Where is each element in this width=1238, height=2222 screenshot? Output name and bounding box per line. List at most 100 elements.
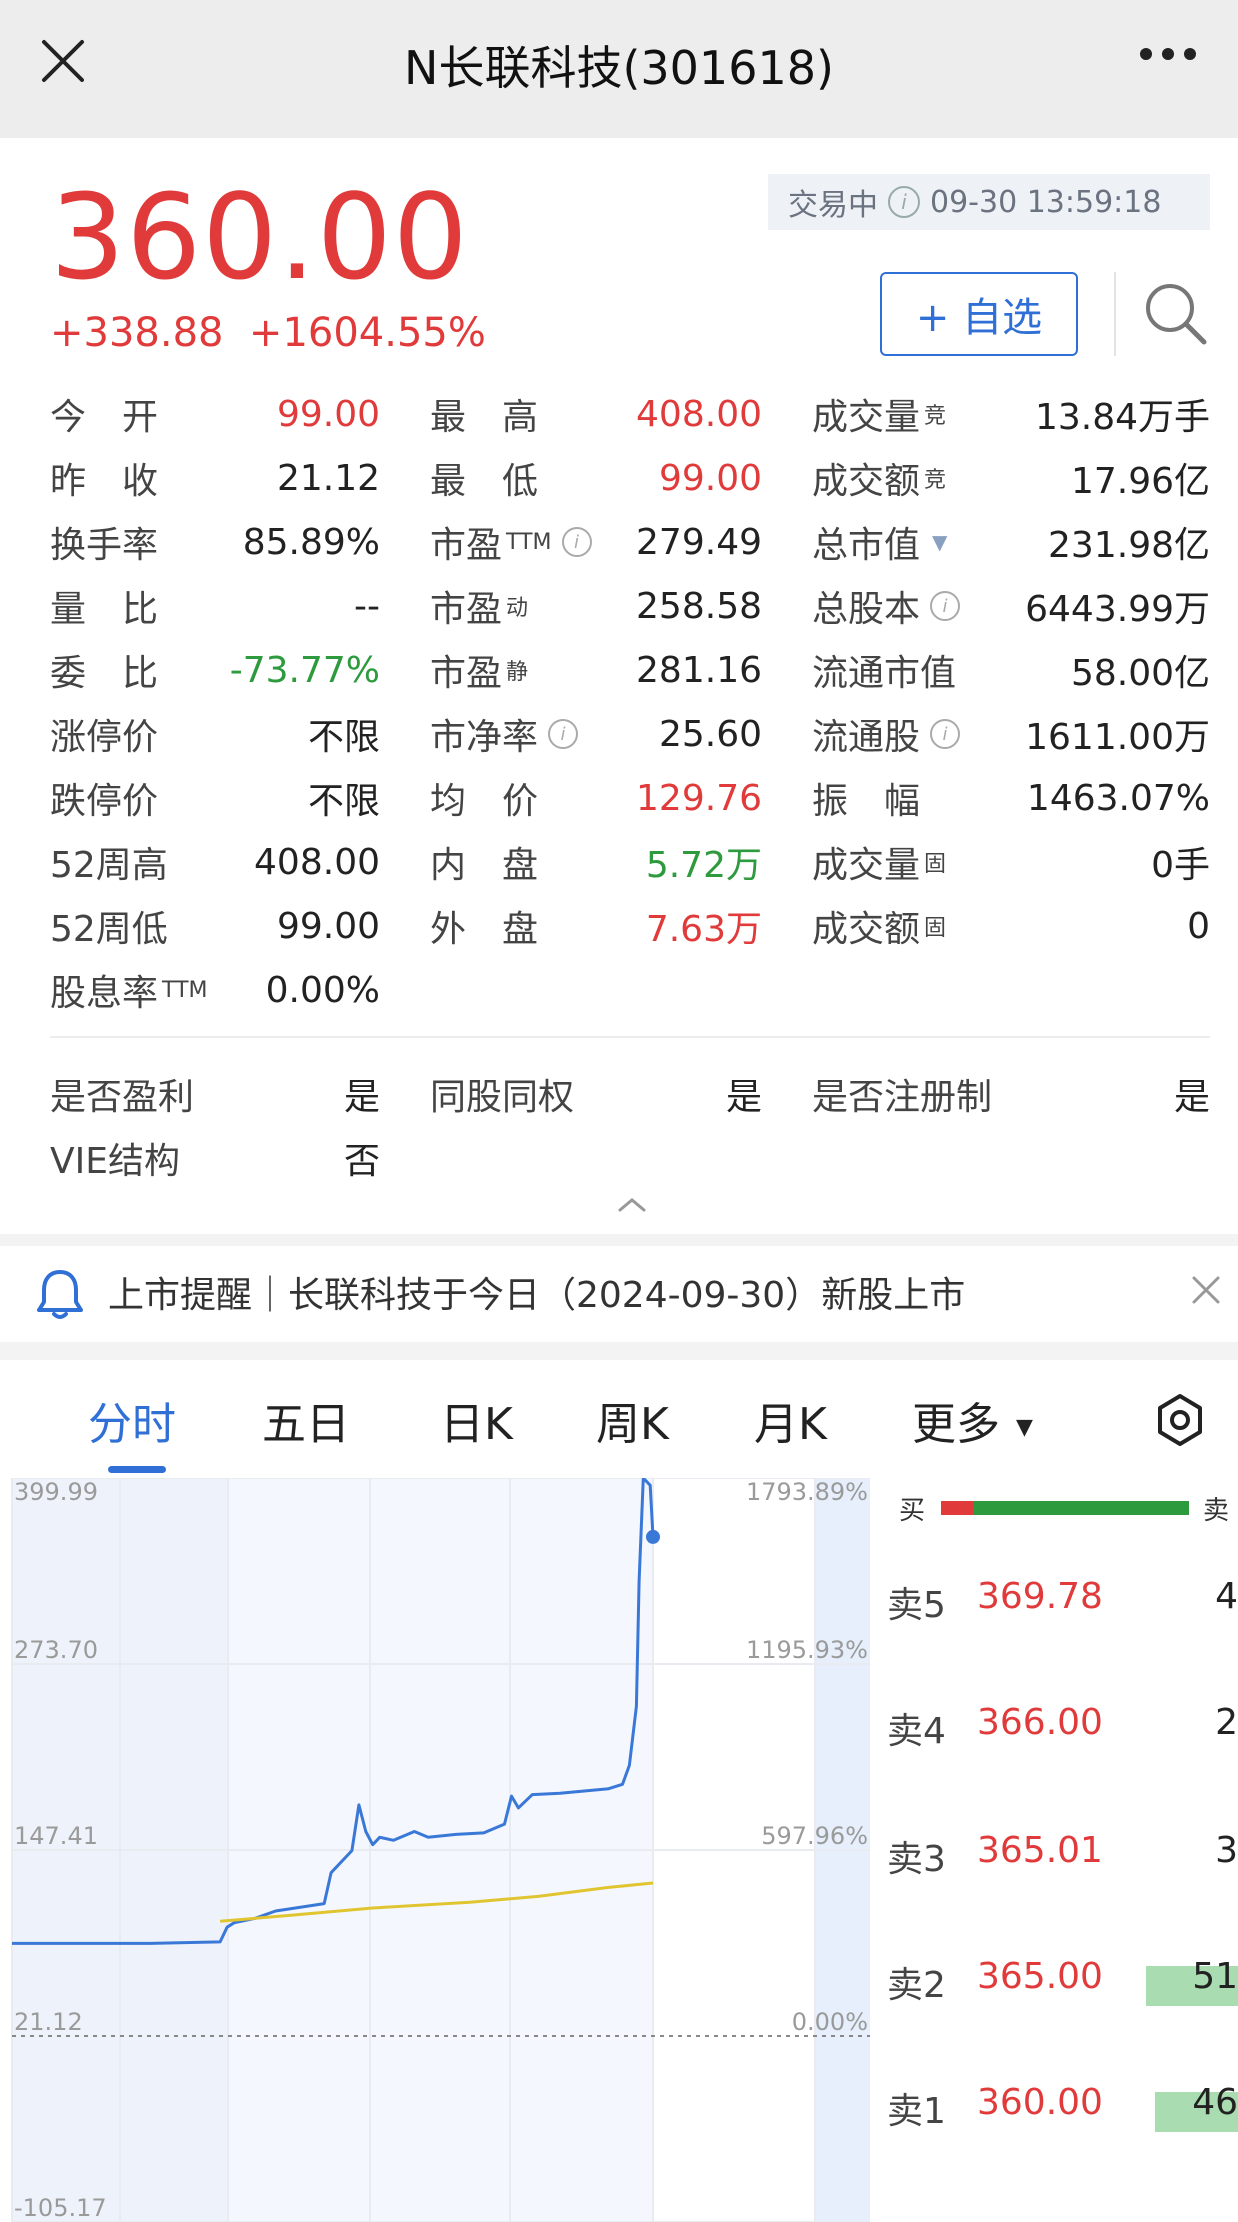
- bell-icon: [37, 1270, 83, 1319]
- stat-label-text: 成交额: [812, 461, 921, 502]
- info-icon[interactable]: i: [888, 186, 920, 218]
- stat-cell: 是否盈利 是: [50, 1068, 380, 1120]
- order-book-row[interactable]: 卖5 369.78 4: [875, 1576, 1238, 1636]
- change-value: +338.88: [50, 310, 224, 356]
- stat-label: 市盈 TTM i: [430, 516, 592, 568]
- tab-3[interactable]: 周K: [596, 1388, 669, 1452]
- stat-label-text: 最 低: [430, 461, 539, 502]
- stat-label: 今 开: [50, 388, 158, 440]
- info-icon[interactable]: i: [930, 591, 961, 621]
- stat-value: 17.96亿: [1070, 461, 1210, 502]
- stat-value: 408.00: [636, 393, 762, 435]
- last-price-dot: [646, 1529, 660, 1544]
- y-tick-left: 273.70: [14, 1636, 98, 1664]
- stat-cell: 成交量固 0手: [812, 836, 1210, 888]
- stat-label: 总股本 i: [812, 580, 961, 632]
- stat-cell: 总市值 ▼ 231.98亿: [812, 516, 1210, 568]
- order-level-label: 卖1: [887, 2091, 946, 2132]
- order-quantity: 46: [1192, 2082, 1238, 2123]
- chevron-up-icon[interactable]: [612, 1192, 652, 1216]
- stat-value: 13.84万手: [1034, 397, 1210, 438]
- stat-value: 408.00: [254, 841, 380, 883]
- y-tick-right: 0.00%: [792, 2008, 868, 2036]
- order-book-row[interactable]: 卖3 365.01 3: [875, 1830, 1238, 1890]
- dropdown-icon[interactable]: ▼: [932, 530, 947, 554]
- order-book-row[interactable]: 卖2 365.00 51: [875, 1956, 1238, 2016]
- add-watchlist-button[interactable]: + 自选: [880, 272, 1078, 356]
- order-book-row[interactable]: 卖1 360.00 46: [875, 2082, 1238, 2142]
- order-quantity: 4: [1215, 1576, 1238, 1617]
- info-icon[interactable]: i: [561, 527, 592, 557]
- stats-row: 今 开 99.00 最 高 408.00 成交量竞 13.84万手: [50, 382, 1210, 446]
- section-divider: [0, 1342, 1238, 1360]
- stat-label: 是否注册制: [812, 1068, 992, 1120]
- stat-label-text: 量 比: [50, 589, 159, 630]
- search-icon[interactable]: [1142, 280, 1208, 346]
- stats-row: VIE结构 否: [50, 1126, 1210, 1190]
- order-level-label: 卖5: [887, 1585, 946, 1626]
- page-title: N长联科技(301618): [404, 41, 834, 95]
- order-price: 365.01: [977, 1830, 1103, 1871]
- tab-0[interactable]: 分时: [88, 1388, 176, 1452]
- tab-4[interactable]: 月K: [754, 1388, 827, 1452]
- intraday-chart[interactable]: 399.99 273.70 147.41 21.12 -105.17 1793.89% 11…: [0, 1478, 875, 2222]
- y-tick-right: 597.96%: [761, 1822, 868, 1850]
- y-tick-left: -105.17: [14, 2194, 107, 2222]
- tab-1[interactable]: 五日: [262, 1388, 350, 1452]
- stat-value: 0.00%: [265, 969, 380, 1011]
- stat-label: 最 低: [430, 452, 538, 504]
- stat-label-text: 今 开: [50, 397, 159, 438]
- stats-row: 涨停价 不限 市净率 i 25.60 流通股 i 1611.00万: [50, 702, 1210, 766]
- order-book-row[interactable]: 卖4 366.00 2: [875, 1702, 1238, 1762]
- stat-value: 129.76: [636, 777, 762, 819]
- stat-value: 是: [343, 1077, 380, 1118]
- stats-row: 52周高 408.00 内 盘 5.72万 成交量固 0手: [50, 830, 1210, 894]
- stat-label-text: 是否注册制: [812, 1077, 993, 1118]
- order-level-label: 卖2: [887, 1965, 946, 2006]
- stats-grid: 今 开 99.00 最 高 408.00 成交量竞 13.84万手昨 收 21.12 最 低9…: [50, 382, 1210, 1022]
- stat-label-text: 总股本: [812, 589, 921, 630]
- stat-label-text: 市净率: [430, 717, 539, 758]
- close-icon[interactable]: [1188, 1272, 1224, 1308]
- stat-cell: 总股本 i 6443.99万: [812, 580, 1210, 632]
- info-icon[interactable]: i: [930, 719, 961, 749]
- stat-value: 是: [1173, 1077, 1210, 1118]
- stat-cell: 同股同权 是: [430, 1068, 762, 1120]
- y-tick-left: 21.12: [14, 2008, 83, 2036]
- stat-cell: 流通市值 58.00亿: [812, 644, 1210, 696]
- stat-label-text: 流通股: [812, 717, 921, 758]
- stat-cell: 股息率 TTM 0.00%: [50, 964, 380, 1016]
- stat-label-text: 成交量: [812, 397, 921, 438]
- stat-cell: 流通股 i 1611.00万: [812, 708, 1210, 760]
- order-quantity: 51: [1192, 1956, 1238, 1997]
- stats-row: 量 比 -- 市盈动 258.58 总股本 i 6443.99万: [50, 574, 1210, 638]
- stat-label: 市净率 i: [430, 708, 579, 760]
- order-price: 360.00: [977, 2082, 1103, 2123]
- settings-icon[interactable]: [1152, 1392, 1208, 1448]
- stat-cell: 量 比 --: [50, 580, 380, 632]
- stat-label-text: 委 比: [50, 653, 159, 694]
- more-icon[interactable]: [1138, 44, 1198, 64]
- tab-label: 五日: [262, 1399, 350, 1450]
- order-level-label: 卖4: [887, 1711, 946, 1752]
- stat-label-sup: 竞: [924, 404, 947, 429]
- tab-5[interactable]: 更多 ▼: [912, 1388, 1033, 1452]
- stat-cell: 最 高 408.00: [430, 388, 762, 440]
- stat-label: 成交量固: [812, 836, 946, 888]
- section-divider: [0, 1234, 1238, 1246]
- stat-label-text: 52周高: [50, 845, 168, 886]
- tab-2[interactable]: 日K: [440, 1388, 513, 1452]
- stats-row: 换手率 85.89% 市盈 TTM i 279.49 总市值 ▼ 231.98亿: [50, 510, 1210, 574]
- price-change: +338.88 +1604.55%: [50, 310, 486, 356]
- order-book-header: 买卖: [875, 1478, 1238, 1538]
- stat-label-text: 成交量: [812, 845, 921, 886]
- stat-cell: 换手率 85.89%: [50, 516, 380, 568]
- stat-label: 股息率 TTM: [50, 964, 208, 1016]
- stat-label: 内 盘: [430, 836, 538, 888]
- stat-cell: 外 盘 7.63万: [430, 900, 762, 952]
- listing-notice[interactable]: 上市提醒｜长联科技于今日（2024-09-30）新股上市: [108, 1266, 965, 1318]
- info-icon[interactable]: i: [548, 719, 579, 749]
- stat-value: 1611.00万: [1025, 717, 1210, 758]
- stat-cell: 均 价 129.76: [430, 772, 762, 824]
- stat-label-sup: 竞: [924, 468, 947, 493]
